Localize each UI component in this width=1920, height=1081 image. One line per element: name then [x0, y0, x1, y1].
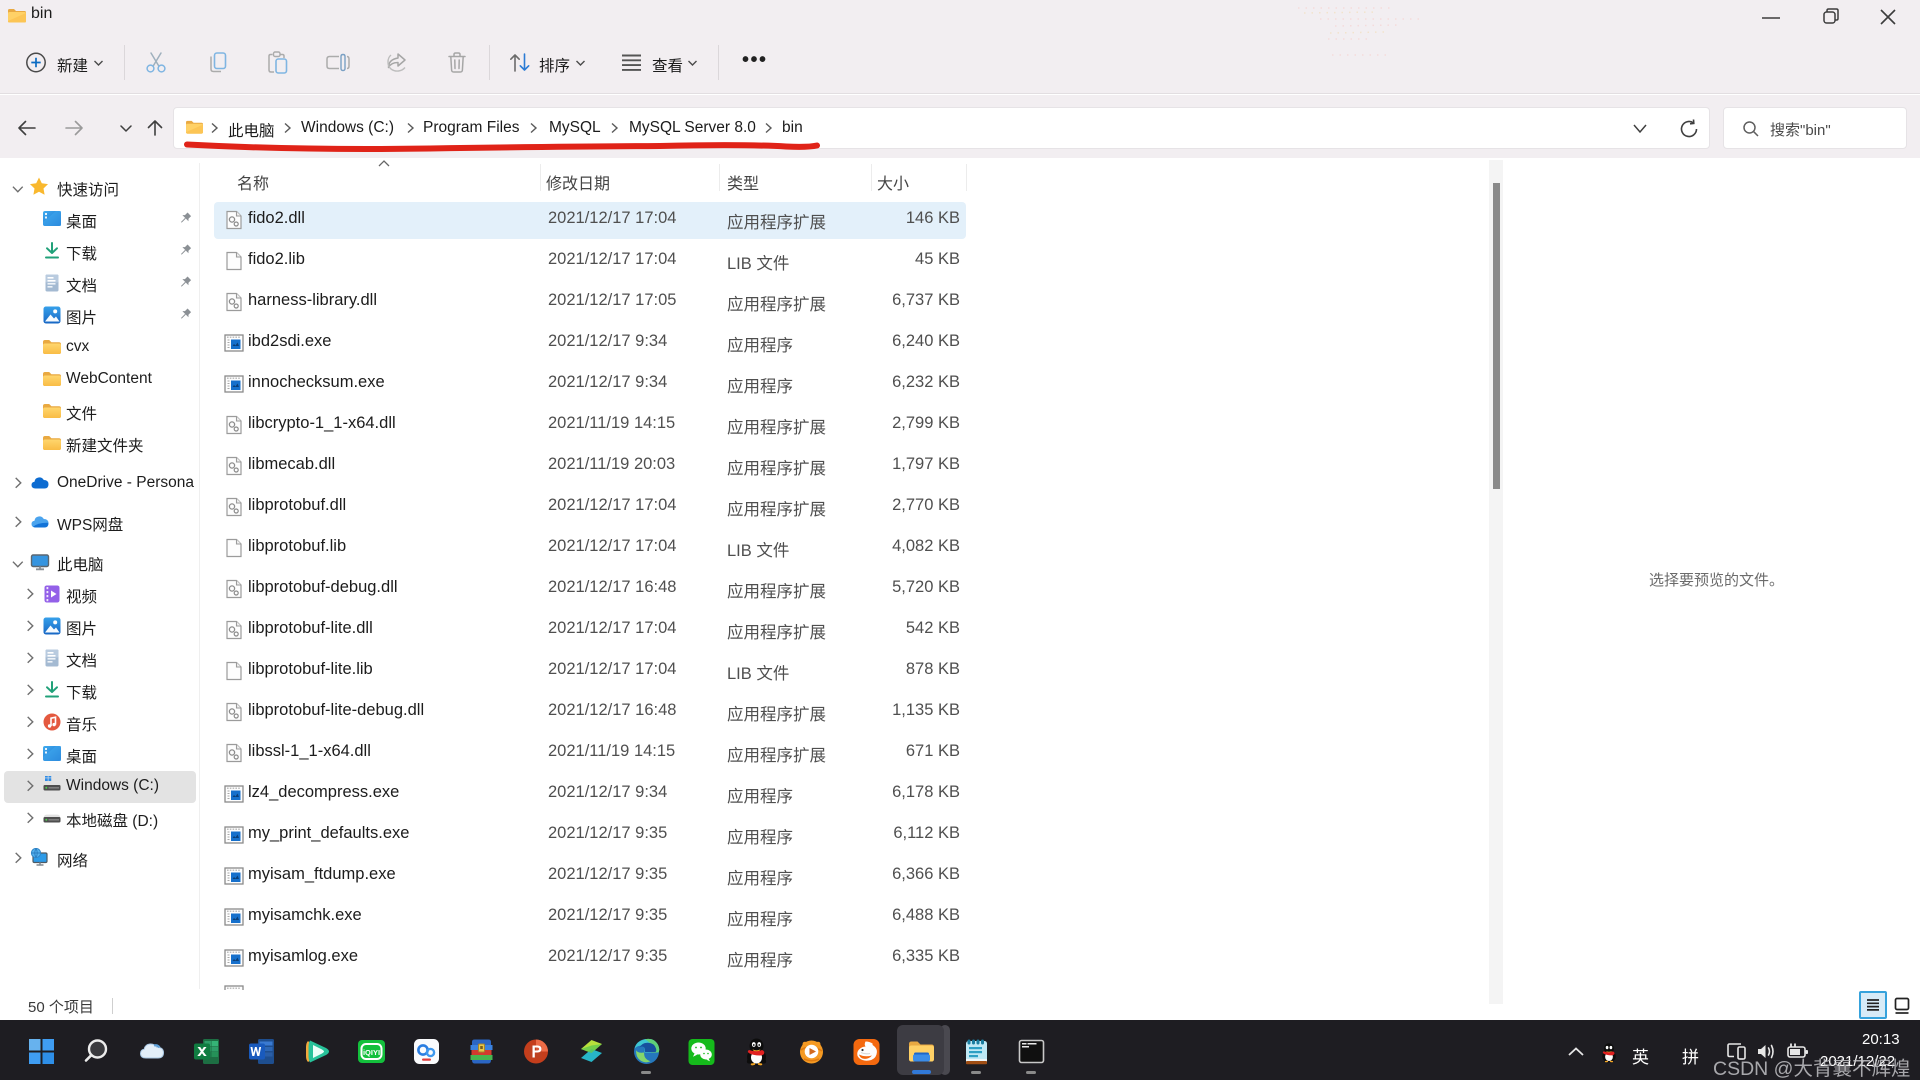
svg-text:iQIYI: iQIYI — [363, 1048, 380, 1057]
